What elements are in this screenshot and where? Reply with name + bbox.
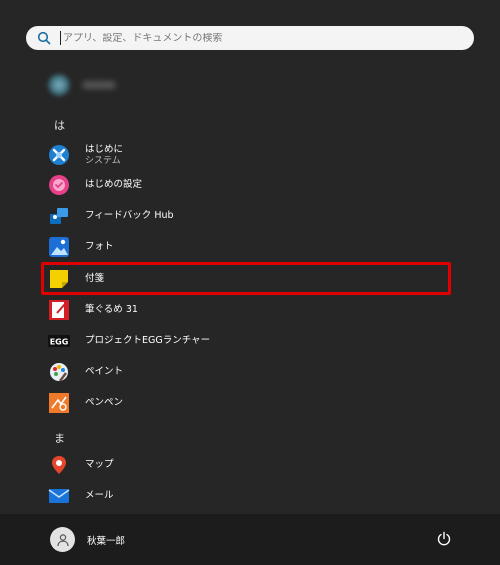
user-account-button[interactable]: 秋葉一郎 — [50, 527, 125, 552]
mail-icon — [48, 485, 70, 507]
app-name: はじめに — [85, 143, 124, 155]
app-subtitle: システム — [85, 155, 121, 166]
app-name: フォト — [85, 241, 114, 252]
app-name: 筆ぐるめ 31 — [85, 304, 138, 315]
app-item-fudegurume[interactable]: 筆ぐるめ 31 — [48, 295, 448, 325]
tips-icon — [48, 144, 70, 166]
fudegurume-icon — [48, 299, 70, 321]
app-item-penpen[interactable]: ペンペン — [48, 388, 448, 418]
app-item-egg-launcher[interactable]: EGG プロジェクトEGGランチャー — [48, 326, 448, 356]
power-icon[interactable] — [436, 531, 452, 547]
avatar — [50, 527, 75, 552]
section-letter-ma[interactable]: ま — [54, 430, 65, 446]
app-item-paint[interactable]: ペイント — [48, 357, 448, 387]
search-icon — [36, 30, 52, 46]
app-item-feedback-hub[interactable]: フィードバック Hub — [48, 201, 448, 231]
highlight-box — [41, 262, 451, 295]
user-name: 秋葉一郎 — [87, 535, 126, 547]
app-item-first-setup[interactable]: はじめの設定 — [48, 170, 448, 200]
text-cursor — [60, 31, 61, 45]
paint-icon — [48, 361, 70, 383]
penpen-icon — [48, 392, 70, 414]
user-icon — [56, 533, 69, 546]
app-item-tips[interactable]: はじめに システム — [48, 140, 448, 170]
search-input[interactable] — [63, 32, 443, 44]
egg-launcher-icon: EGG — [48, 330, 70, 352]
app-name: プロジェクトEGGランチャー — [85, 335, 211, 346]
app-name: ペイント — [85, 366, 124, 377]
blurred-app-label — [82, 81, 116, 89]
photos-icon — [48, 236, 70, 258]
app-name: はじめの設定 — [85, 179, 143, 190]
app-item-maps[interactable]: マップ — [48, 450, 448, 480]
search-box[interactable] — [26, 26, 474, 50]
maps-icon — [48, 454, 70, 476]
blurred-recent-app — [48, 74, 116, 96]
start-menu-footer: 秋葉一郎 — [0, 514, 500, 565]
feedback-hub-icon — [48, 205, 70, 227]
first-setup-icon — [48, 174, 70, 196]
app-name: フィードバック Hub — [85, 210, 174, 221]
app-name: ペンペン — [85, 397, 124, 408]
app-name: メール — [85, 490, 114, 501]
app-name: マップ — [85, 459, 114, 470]
app-item-photos[interactable]: フォト — [48, 232, 448, 262]
app-item-mail[interactable]: メール — [48, 481, 448, 511]
start-menu-app-list: は はじめに システム はじめの設定 フィードバック Hub フォト — [0, 0, 500, 514]
egg-icon-text: EGG — [50, 338, 69, 347]
section-letter-ha[interactable]: は — [54, 117, 65, 133]
blurred-app-icon — [48, 74, 70, 96]
